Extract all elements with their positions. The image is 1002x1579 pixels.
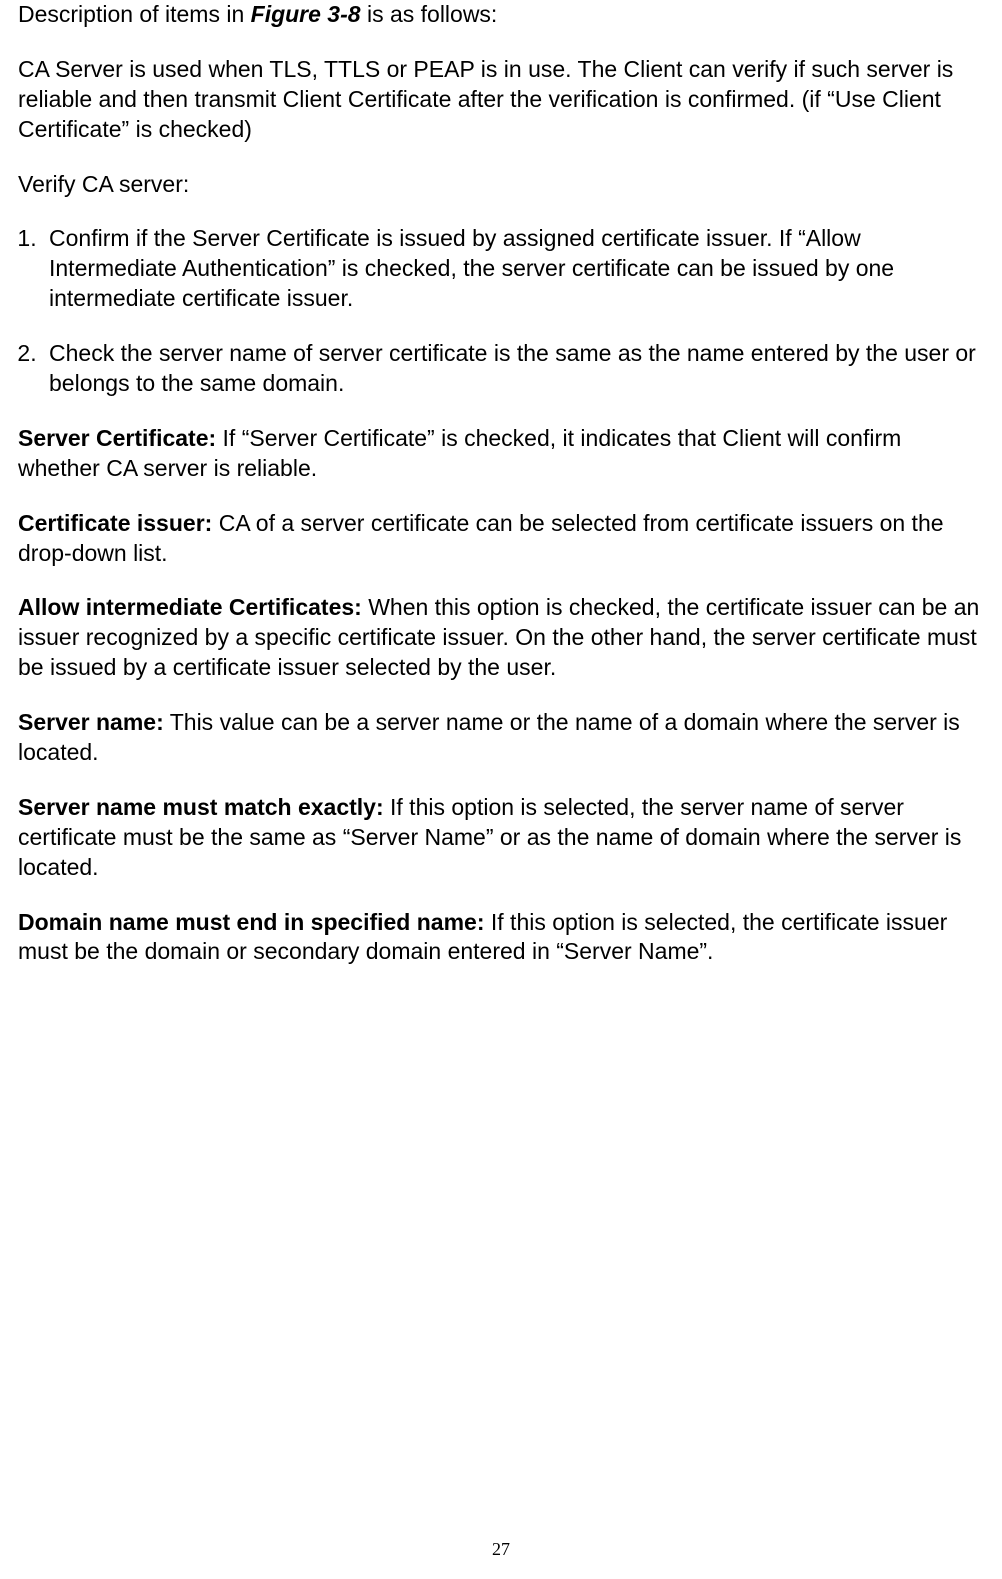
term-allow-intermediate: Allow intermediate Certificates: <box>18 594 362 620</box>
intro-text-part1: Description of items in <box>18 1 251 27</box>
def-domain-end: Domain name must end in specified name: … <box>18 908 984 968</box>
verify-step-1: Confirm if the Server Certificate is iss… <box>43 224 984 314</box>
verify-steps-list: Confirm if the Server Certificate is iss… <box>18 224 984 398</box>
term-match-exactly: Server name must match exactly: <box>18 794 384 820</box>
verify-step-2: Check the server name of server certific… <box>43 339 984 399</box>
def-certificate-issuer: Certificate issuer: CA of a server certi… <box>18 509 984 569</box>
def-server-certificate: Server Certificate: If “Server Certifica… <box>18 424 984 484</box>
page-content: Description of items in Figure 3-8 is as… <box>0 0 1002 967</box>
term-server-name: Server name: <box>18 709 164 735</box>
term-server-certificate: Server Certificate: <box>18 425 216 451</box>
figure-reference: Figure 3-8 <box>251 1 361 27</box>
def-server-name: Server name: This value can be a server … <box>18 708 984 768</box>
page-number: 27 <box>0 1538 1002 1561</box>
verify-heading: Verify CA server: <box>18 170 984 200</box>
def-match-exactly: Server name must match exactly: If this … <box>18 793 984 883</box>
intro-paragraph: Description of items in Figure 3-8 is as… <box>18 0 984 30</box>
intro-text-part2: is as follows: <box>361 1 498 27</box>
ca-server-paragraph: CA Server is used when TLS, TTLS or PEAP… <box>18 55 984 145</box>
term-certificate-issuer: Certificate issuer: <box>18 510 212 536</box>
def-allow-intermediate: Allow intermediate Certificates: When th… <box>18 593 984 683</box>
term-domain-end: Domain name must end in specified name: <box>18 909 485 935</box>
